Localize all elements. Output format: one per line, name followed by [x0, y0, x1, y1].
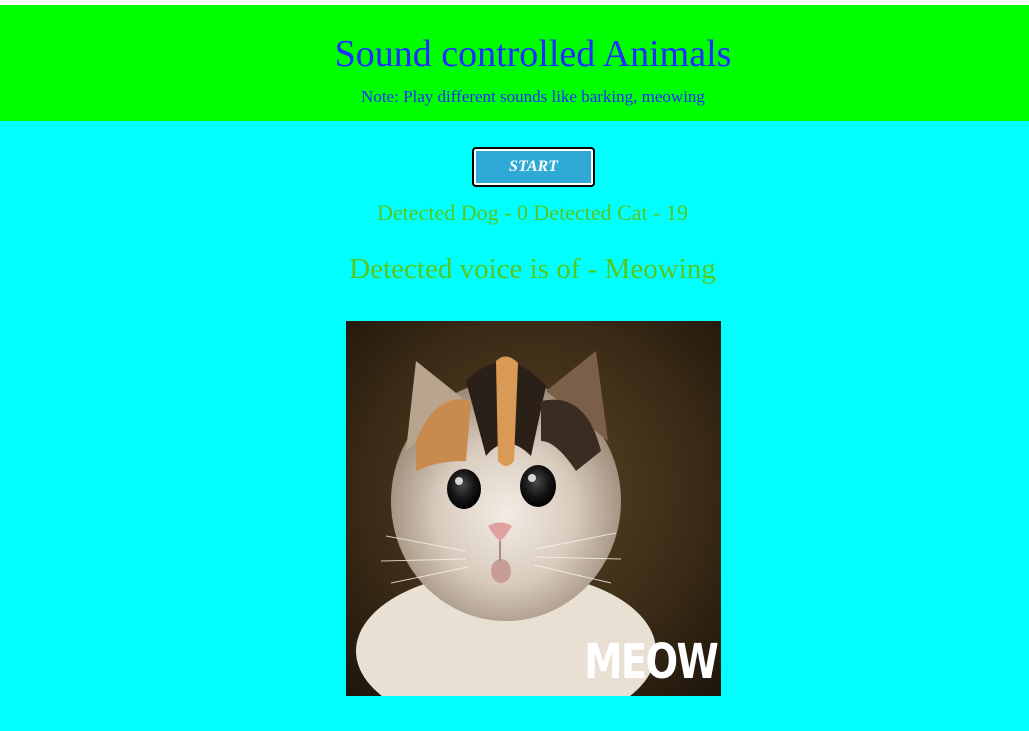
meow-overlay-text: MEOW — [583, 634, 719, 690]
detection-counts: Detected Dog - 0 Detected Cat - 19 — [377, 200, 688, 225]
detected-voice-label: Detected voice is of - Meowing — [349, 253, 716, 285]
start-button[interactable]: START — [472, 147, 595, 187]
page-title: Sound controlled Animals — [334, 33, 732, 75]
main-panel: START Detected Dog - 0 Detected Cat - 19… — [0, 121, 1029, 731]
page: Sound controlled Animals Note: Play diff… — [0, 0, 1029, 731]
instruction-note: Note: Play different sounds like barking… — [361, 87, 705, 106]
cat-image: MEOW — [346, 321, 721, 696]
header-banner: Sound controlled Animals Note: Play diff… — [0, 5, 1029, 121]
